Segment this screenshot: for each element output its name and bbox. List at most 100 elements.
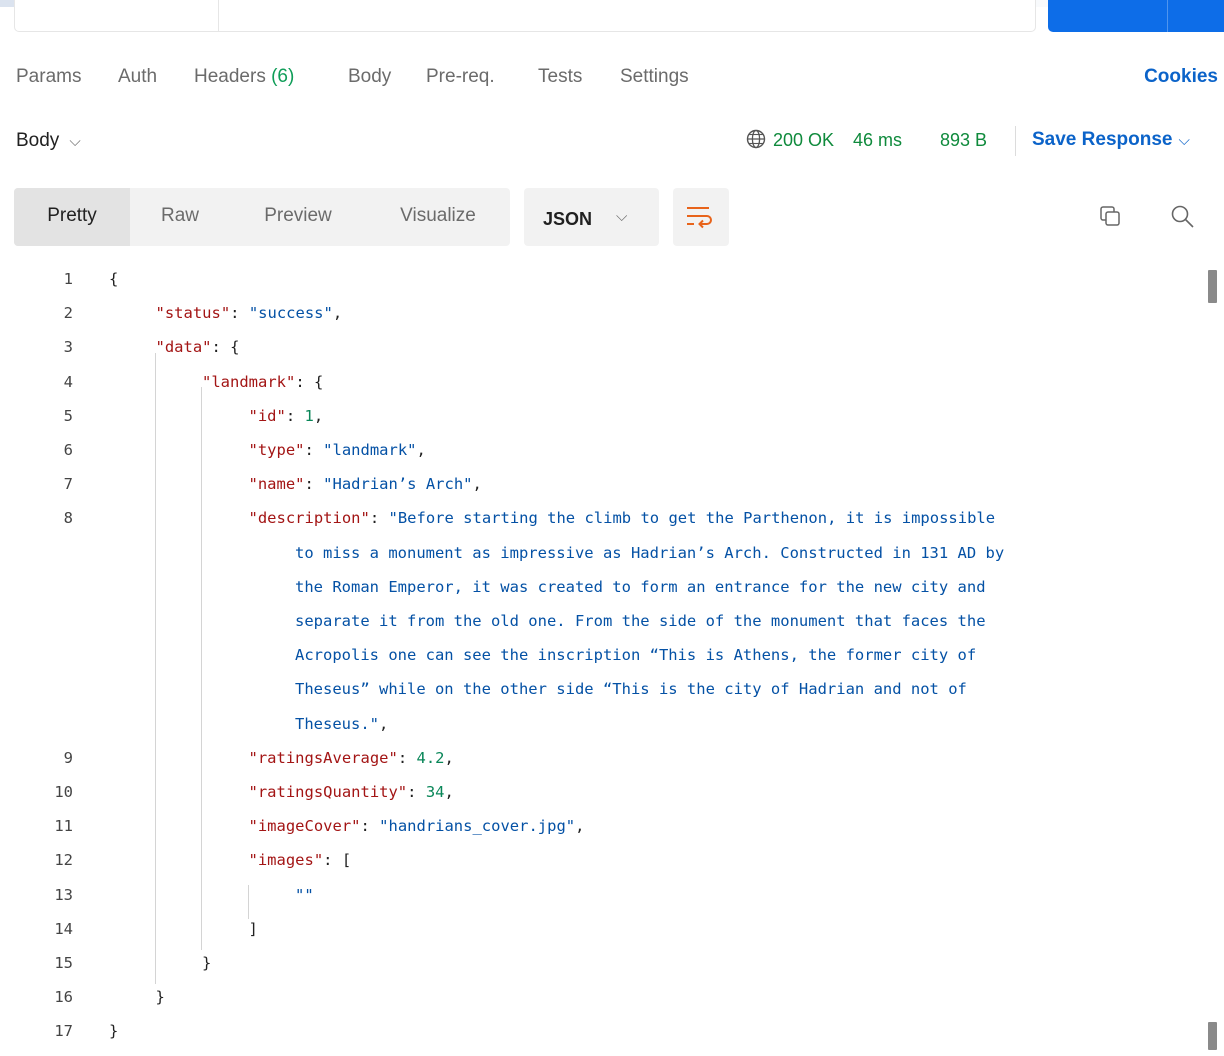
headers-count-badge: (6): [271, 66, 295, 87]
json-string: Acropolis one can see the inscription “T…: [295, 646, 977, 665]
wrap-lines-icon: [687, 207, 712, 229]
line-number: 1: [63, 270, 73, 288]
tab-tests[interactable]: Tests: [538, 66, 582, 88]
tab-pretty[interactable]: Pretty: [14, 188, 130, 246]
code-line: "name": "Hadrian’s Arch",: [249, 475, 482, 509]
json-string: "Before starting the climb to get the Pa…: [388, 509, 996, 528]
line-number: 2: [63, 304, 73, 323]
status-code[interactable]: 200 OK: [773, 130, 834, 151]
code-line: "imageCover": "handrians_cover.jpg",: [249, 817, 585, 851]
chevron-down-icon: ⌵: [69, 133, 81, 150]
json-key: "status": [155, 304, 231, 323]
view-mode-tabs: Pretty Raw Preview Visualize: [14, 188, 510, 246]
line-number: 14: [54, 919, 73, 938]
json-punctuation: ,: [332, 304, 343, 323]
json-number: 4.2: [416, 748, 445, 767]
json-string: "Hadrian’s Arch": [323, 475, 473, 494]
line-number: 13: [54, 885, 73, 904]
tab-pre-request[interactable]: Pre-req.: [426, 66, 495, 88]
send-button-divider: [1167, 0, 1168, 32]
tab-headers-label: Headers: [194, 66, 266, 87]
save-response-button[interactable]: Save Response ⌵: [1032, 129, 1190, 151]
json-number: 34: [425, 783, 445, 801]
tab-settings[interactable]: Settings: [620, 66, 689, 88]
json-punctuation: ,: [444, 783, 454, 801]
json-punctuation: ,: [444, 748, 454, 767]
json-key: "imageCover": [248, 817, 361, 836]
json-number: 1: [304, 406, 314, 425]
response-body-code[interactable]: 1{2 "status": "success", 3 "data": {4 "landm…: [0, 270, 1224, 1054]
json-punctuation: ,: [416, 441, 426, 459]
format-select[interactable]: JSON ⌵: [524, 188, 659, 246]
json-key: "data": [155, 338, 212, 357]
response-header-divider: [1015, 126, 1016, 156]
json-string: "": [295, 885, 314, 904]
tab-headers[interactable]: Headers (6): [194, 66, 294, 88]
code-line: ]: [249, 920, 258, 954]
method-divider: [218, 0, 219, 31]
save-response-label: Save Response: [1032, 129, 1173, 150]
json-punctuation: : {: [295, 372, 324, 391]
line-number: 15: [54, 954, 73, 972]
json-string: separate it from the old one. From the s…: [295, 612, 986, 630]
url-bar[interactable]: [14, 0, 1036, 32]
cookies-link[interactable]: Cookies: [1144, 66, 1218, 88]
json-key: "ratingsAverage": [248, 748, 398, 767]
json-punctuation: :: [369, 509, 389, 528]
send-button[interactable]: [1048, 0, 1224, 32]
json-punctuation: ,: [575, 817, 585, 836]
search-icon[interactable]: [1168, 202, 1196, 230]
indent-guide: [201, 387, 202, 950]
code-line: "description": "Before starting the clim…: [249, 509, 996, 543]
code-line: "ratingsAverage": 4.2,: [249, 749, 454, 783]
json-key: "description": [248, 509, 370, 528]
globe-icon[interactable]: [745, 128, 767, 150]
code-line: Theseus” while on the other side “This i…: [295, 680, 967, 714]
json-punctuation: }: [202, 954, 212, 972]
json-string: "handrians_cover.jpg": [379, 817, 576, 836]
json-punctuation: :: [407, 783, 426, 801]
line-number: 16: [54, 988, 73, 1007]
json-punctuation: }: [155, 988, 165, 1007]
tab-visualize[interactable]: Visualize: [386, 188, 490, 246]
json-punctuation: :: [397, 748, 417, 767]
indent-guide: [155, 353, 156, 984]
response-body-select[interactable]: Body ⌵: [16, 130, 81, 152]
code-line: "data": {: [156, 338, 240, 372]
chevron-down-icon: ⌵: [616, 208, 628, 225]
line-number: 5: [63, 406, 73, 425]
tab-raw[interactable]: Raw: [148, 188, 212, 246]
json-key: "id": [248, 406, 286, 425]
line-number: 12: [54, 851, 73, 870]
scrollbar-thumb[interactable]: [1208, 1022, 1217, 1050]
code-line: separate it from the old one. From the s…: [295, 612, 986, 646]
line-number: 3: [63, 338, 73, 357]
json-punctuation: :: [230, 304, 249, 323]
scrollbar-thumb[interactable]: [1208, 270, 1217, 303]
copy-icon[interactable]: [1098, 204, 1124, 230]
chevron-down-icon: ⌵: [1178, 132, 1190, 149]
line-number: 4: [63, 372, 73, 391]
code-line: to miss a monument as impressive as Hadr…: [295, 544, 1004, 578]
json-string: Theseus.": [295, 714, 379, 733]
response-body-label: Body: [16, 130, 60, 151]
code-line: "images": [: [249, 851, 352, 885]
code-line: Acropolis one can see the inscription “T…: [295, 646, 976, 680]
json-punctuation: :: [304, 441, 324, 459]
wrap-lines-button[interactable]: [673, 188, 729, 246]
json-string: "success": [248, 304, 333, 323]
response-size[interactable]: 893 B: [940, 130, 987, 151]
format-label: JSON: [543, 209, 593, 229]
code-line: }: [109, 1022, 118, 1056]
tab-body[interactable]: Body: [348, 66, 391, 88]
tab-params[interactable]: Params: [16, 66, 81, 88]
code-line: }: [156, 988, 165, 1022]
tab-preview[interactable]: Preview: [250, 188, 346, 246]
json-punctuation: :: [304, 475, 324, 494]
line-number: 8: [63, 509, 73, 528]
code-line: "status": "success",: [156, 304, 343, 338]
json-punctuation: :: [285, 406, 305, 425]
code-line: }: [202, 954, 211, 988]
tab-auth[interactable]: Auth: [118, 66, 157, 88]
response-time[interactable]: 46 ms: [853, 130, 902, 151]
